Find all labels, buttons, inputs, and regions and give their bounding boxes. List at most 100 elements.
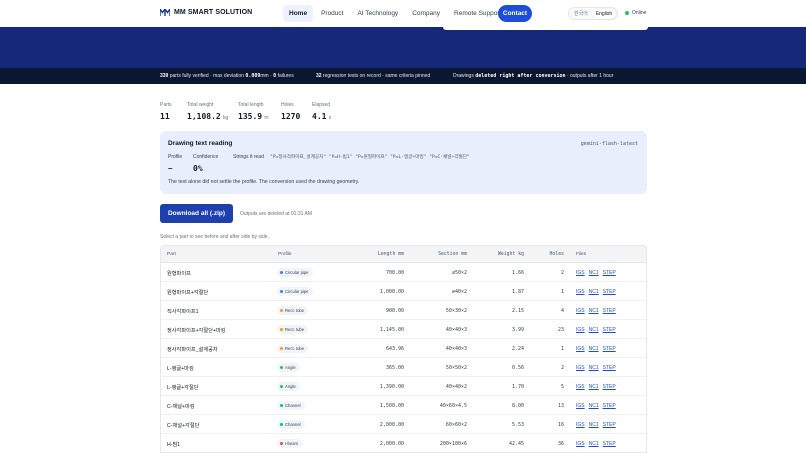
contact-button[interactable]: Contact	[498, 5, 532, 22]
igs-link[interactable]: IGS	[576, 403, 585, 409]
cell-part: 정사각파이프_설계공차	[167, 347, 218, 353]
table-row[interactable]: 원형파이프 Circular pipe 700.00 ⌀50×2 1.66 2 IGS NC1…	[161, 263, 646, 282]
nc1-link[interactable]: NC1	[589, 270, 599, 276]
file-links: IGS NC1 STEP	[576, 270, 616, 276]
nav-home[interactable]: Home	[283, 5, 314, 22]
table-row[interactable]: H-빔1 I-beam 2,000.00 200×100×6 42.45 36 IGS NC1…	[161, 434, 646, 452]
table-row[interactable]: 직사각파이프1 Rect. tube 900.00 50×30×2 2.15 4 IGS NC…	[161, 301, 646, 320]
summary-weight: Total weight 1,108.2 kg	[187, 102, 229, 121]
cell-section: ⌀40×2	[451, 289, 467, 295]
strip-drawings: Drawings deleted right after conversion …	[453, 73, 614, 79]
step-link[interactable]: STEP	[603, 270, 616, 276]
cell-length: 900.00	[385, 308, 404, 314]
profile-label: Profile	[168, 154, 183, 160]
file-links: IGS NC1 STEP	[576, 365, 616, 371]
table-row[interactable]: 정사각파이프_설계공차 Rect. tube 643.96 40×40×3 2.24 1 I…	[161, 339, 646, 358]
nc1-link[interactable]: NC1	[589, 384, 599, 390]
lang-korean[interactable]: 한국어	[570, 9, 592, 19]
cell-weight: 1.66	[511, 270, 524, 276]
hero-banner	[0, 27, 806, 68]
step-link[interactable]: STEP	[603, 289, 616, 295]
igs-link[interactable]: IGS	[576, 346, 585, 352]
file-links: IGS NC1 STEP	[576, 289, 616, 295]
lang-english[interactable]: English	[591, 8, 617, 19]
nc1-link[interactable]: NC1	[589, 327, 599, 333]
profile-dot-icon	[280, 309, 283, 312]
language-switch: 한국어 English	[568, 7, 619, 20]
nav-company[interactable]: Company	[406, 5, 446, 22]
cell-part: C-채널+각절단	[167, 423, 200, 429]
profile-dot-icon	[280, 442, 283, 445]
cell-part: C-채널+마킹	[167, 404, 195, 410]
igs-link[interactable]: IGS	[576, 308, 585, 314]
nc1-link[interactable]: NC1	[589, 346, 599, 352]
profile-badge-label: Channel	[285, 422, 301, 427]
cell-part: 정사각파이프+각절단+마킹	[167, 328, 226, 334]
step-link[interactable]: STEP	[603, 327, 616, 333]
file-links: IGS NC1 STEP	[576, 422, 616, 428]
table-row[interactable]: 정사각파이프+각절단+마킹 Rect. tube 1,145.00 40×40×3 3.…	[161, 320, 646, 339]
step-link[interactable]: STEP	[603, 308, 616, 314]
nav-product[interactable]: Product	[315, 5, 349, 22]
nc1-link[interactable]: NC1	[589, 365, 599, 371]
download-note: Outputs are deleted at 01:31 AM	[240, 211, 312, 217]
cell-holes: 2	[560, 270, 564, 276]
table-header: Part Profile Length mm Section mm Weight…	[161, 246, 646, 263]
step-link[interactable]: STEP	[603, 365, 616, 371]
reading-note: The text alone did not settle the profil…	[168, 179, 360, 185]
main-nav: Home Product AI Technology Company Remot…	[283, 5, 509, 22]
file-links: IGS NC1 STEP	[576, 384, 616, 390]
nc1-link[interactable]: NC1	[589, 441, 599, 447]
cell-weight: 1.70	[511, 384, 524, 390]
cell-weight: 2.15	[511, 308, 524, 314]
igs-link[interactable]: IGS	[576, 289, 585, 295]
profile-badge: Rect. tube	[277, 325, 309, 334]
table-row[interactable]: C-채널+각절단 Channel 2,000.00 60×60×2 5.53 16 IGS N…	[161, 415, 646, 434]
profile-badge: Circular pipe	[277, 287, 313, 296]
th-files: Files	[576, 252, 587, 257]
igs-link[interactable]: IGS	[576, 327, 585, 333]
profile-dot-icon	[280, 271, 283, 274]
nc1-link[interactable]: NC1	[589, 308, 599, 314]
online-status: Online	[625, 10, 646, 16]
cell-length: 365.00	[385, 365, 404, 371]
igs-link[interactable]: IGS	[576, 384, 585, 390]
strings-read: "P=정사각파이프_설계공차" "P=H-빔1" "P=원형파이프" "P=L-…	[270, 155, 470, 160]
file-links: IGS NC1 STEP	[576, 308, 616, 314]
step-link[interactable]: STEP	[603, 403, 616, 409]
nav-ai-technology[interactable]: AI Technology	[351, 5, 404, 22]
table-row[interactable]: C-채널+마킹 Channel 1,500.00 40×60×4.5 8.00 13 IGS…	[161, 396, 646, 415]
brand-logo[interactable]: MM SMART SOLUTION	[160, 9, 252, 16]
profile-badge: Circular pipe	[277, 268, 313, 277]
cell-holes: 4	[560, 308, 564, 314]
nc1-link[interactable]: NC1	[589, 403, 599, 409]
nc1-link[interactable]: NC1	[589, 289, 599, 295]
profile-badge-label: Rect. tube	[285, 308, 305, 313]
step-link[interactable]: STEP	[603, 384, 616, 390]
profile-dot-icon	[280, 290, 283, 293]
download-all-button[interactable]: Download all (.zip)	[160, 204, 233, 223]
cell-part: 원형파이프	[167, 271, 191, 277]
cell-weight: 3.99	[511, 327, 524, 333]
igs-link[interactable]: IGS	[576, 441, 585, 447]
step-link[interactable]: STEP	[603, 422, 616, 428]
igs-link[interactable]: IGS	[576, 270, 585, 276]
cell-length: 1,145.00	[379, 327, 404, 333]
step-link[interactable]: STEP	[603, 346, 616, 352]
step-link[interactable]: STEP	[603, 441, 616, 447]
table-row[interactable]: L-앵글+마킹 Angle 365.00 50×50×2 0.56 2 IGS NC1 STEP	[161, 358, 646, 377]
cell-weight: 42.45	[508, 441, 524, 447]
cell-section: ⌀50×2	[451, 270, 467, 276]
confidence-label: Confidence	[193, 154, 219, 160]
cell-holes: 36	[557, 441, 564, 447]
cell-part: L-앵글+마킹	[167, 366, 194, 372]
profile-dot-icon	[280, 385, 283, 388]
table-row[interactable]: L-앵글+각절단 Angle 1,390.00 40×40×2 1.70 5 IGS NC1 S…	[161, 377, 646, 396]
igs-link[interactable]: IGS	[576, 365, 585, 371]
igs-link[interactable]: IGS	[576, 422, 585, 428]
cell-holes: 23	[557, 327, 564, 333]
table-row[interactable]: 원형파이프+각절단 Circular pipe 1,000.00 ⌀40×2 1.87 1…	[161, 282, 646, 301]
nc1-link[interactable]: NC1	[589, 422, 599, 428]
brand-mark-icon	[160, 9, 170, 16]
summary-elapsed: Elapsed 4.1 s	[312, 102, 332, 121]
